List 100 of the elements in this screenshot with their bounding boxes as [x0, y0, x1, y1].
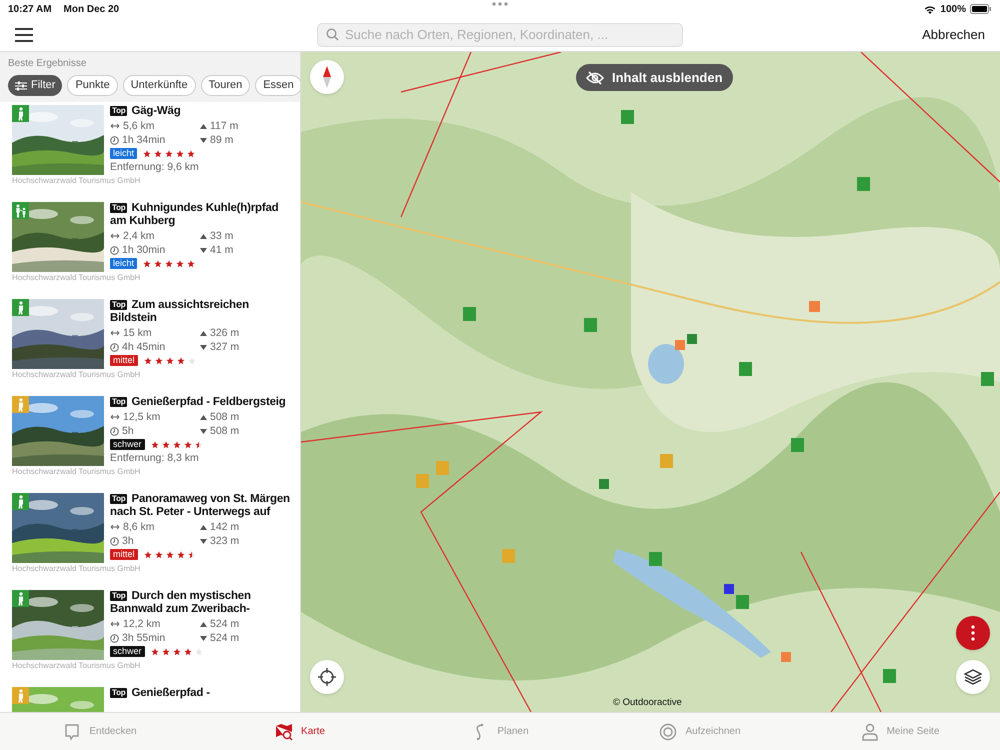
tour-duration: 1h 30min — [122, 243, 166, 257]
star-icon — [162, 648, 170, 656]
descent-icon — [200, 428, 207, 434]
star-icon — [154, 260, 162, 268]
tour-duration: 5h — [122, 424, 134, 438]
star-icon — [144, 356, 152, 364]
wifi-icon — [924, 4, 936, 14]
star-icon — [150, 648, 159, 656]
star-icon — [165, 260, 174, 268]
star-icon — [176, 150, 184, 158]
star-icon — [188, 550, 196, 558]
tour-source: Hochschwarzwald Tourismus GmbH — [12, 176, 142, 186]
filter-chip[interactable]: Touren — [200, 75, 250, 96]
tour-distance: 12,2 km — [123, 617, 160, 631]
eye-slash-icon — [586, 70, 604, 84]
star-icon — [144, 550, 152, 558]
filter-chip[interactable]: Filter — [8, 75, 62, 96]
filter-chip[interactable]: Punkte — [67, 75, 118, 96]
difficulty-badge: mittel — [110, 355, 138, 366]
tour-title[interactable]: Top Panoramaweg von St. Märgen nach St. Peter - Unterwegs auf — [110, 493, 296, 519]
tour-distance: 5,6 km — [123, 119, 155, 133]
top-badge: Top — [110, 591, 128, 601]
tour-duration: 3h 55min — [122, 631, 166, 645]
star-icon — [184, 440, 192, 448]
star-icon — [176, 260, 184, 268]
top-badge: Top — [110, 106, 128, 116]
search-field[interactable]: Suche nach Orten, Regionen, Koordinaten, ... — [317, 22, 683, 46]
status-time: 10:27 AM — [8, 2, 52, 16]
tour-title[interactable]: Top Zum aussichtsreichen Bildstein — [110, 299, 296, 325]
cancel-button[interactable]: Abbrechen — [922, 24, 985, 44]
tour-descent: 508 m — [210, 424, 240, 438]
compass-icon — [323, 66, 331, 88]
clock-icon — [110, 342, 119, 352]
tour-ascent: 326 m — [210, 326, 240, 340]
tour-title[interactable]: Top Gäg-Wäg — [110, 105, 296, 118]
star-icon — [176, 550, 185, 558]
star-icon — [143, 150, 152, 158]
tour-ascent: 524 m — [210, 617, 240, 631]
tour-source: Hochschwarzwald Tourismus GmbH — [12, 564, 142, 574]
tour-source: Hochschwarzwald Tourismus GmbH — [12, 273, 142, 283]
star-icon — [154, 150, 162, 158]
clock-icon — [110, 426, 119, 436]
ascent-icon — [200, 234, 207, 238]
difficulty-badge: mittel — [110, 549, 138, 560]
difficulty-badge: leicht — [110, 258, 138, 269]
difficulty-badge: schwer — [110, 439, 145, 450]
multitask-icon[interactable] — [492, 2, 508, 6]
star-icon — [172, 440, 181, 448]
star-icon — [162, 440, 170, 448]
tab-bar-item[interactable]: Karte — [200, 722, 400, 740]
tour-ascent: 117 m — [210, 119, 238, 133]
tour-distance: 15 km — [123, 326, 152, 340]
filter-chip[interactable]: Essen — [255, 75, 300, 96]
tour-title[interactable]: Top Genießerpfad - — [110, 687, 296, 700]
star-icon — [166, 550, 174, 558]
sliders-icon — [15, 80, 27, 90]
tour-ascent: 508 m — [210, 410, 240, 424]
tour-title[interactable]: Top Durch den mystischen Bannwald zum Zweribach- — [110, 590, 296, 616]
hide-content-button[interactable]: Inhalt ausblenden — [576, 64, 733, 91]
tour-distance-away: Entfernung: 8,3 km — [110, 451, 200, 465]
map-search-icon — [275, 722, 294, 740]
tour-duration: 3h — [122, 534, 134, 548]
tour-duration: 1h 34min — [122, 133, 166, 147]
tour-descent: 323 m — [210, 534, 240, 548]
tour-title[interactable]: Top Genießerpfad - Feldbergsteig — [110, 396, 296, 409]
star-icon — [143, 260, 152, 268]
filter-chip[interactable]: Unterkünfte — [122, 75, 196, 96]
tour-title[interactable]: Top Kuhnigundes Kuhle(h)rpfad am Kuhberg — [110, 202, 296, 228]
distance-icon — [110, 414, 120, 420]
menu-icon[interactable] — [15, 28, 33, 42]
star-icon — [194, 440, 203, 448]
descent-icon — [200, 248, 207, 252]
tour-descent: 89 m — [210, 133, 234, 147]
more-icon — [971, 625, 975, 641]
star-icon — [188, 356, 196, 364]
clock-icon — [110, 634, 119, 642]
tour-distance: 12,5 km — [123, 410, 160, 424]
distance-icon — [110, 123, 120, 129]
tour-descent: 41 m — [210, 243, 234, 257]
star-icon — [154, 550, 163, 558]
top-badge: Top — [110, 203, 128, 213]
status-date: Mon Dec 20 — [64, 2, 120, 16]
section-heading: Beste Ergebnisse — [8, 57, 88, 71]
tour-source: Hochschwarzwald Tourismus GmbH — [12, 467, 142, 477]
star-icon — [172, 648, 181, 656]
descent-icon — [200, 538, 207, 544]
ascent-icon — [200, 124, 207, 128]
distance-icon — [110, 621, 120, 627]
star-icon — [150, 440, 159, 448]
star-icon — [194, 648, 203, 656]
top-badge: Top — [110, 397, 128, 407]
star-icon — [166, 356, 174, 364]
tour-ascent: 142 m — [210, 520, 240, 534]
battery-icon — [970, 4, 992, 14]
top-badge: Top — [110, 494, 128, 504]
clock-icon — [110, 136, 119, 144]
ascent-icon — [200, 622, 207, 626]
top-badge: Top — [110, 688, 128, 698]
descent-icon — [200, 636, 207, 640]
ascent-icon — [200, 524, 207, 530]
